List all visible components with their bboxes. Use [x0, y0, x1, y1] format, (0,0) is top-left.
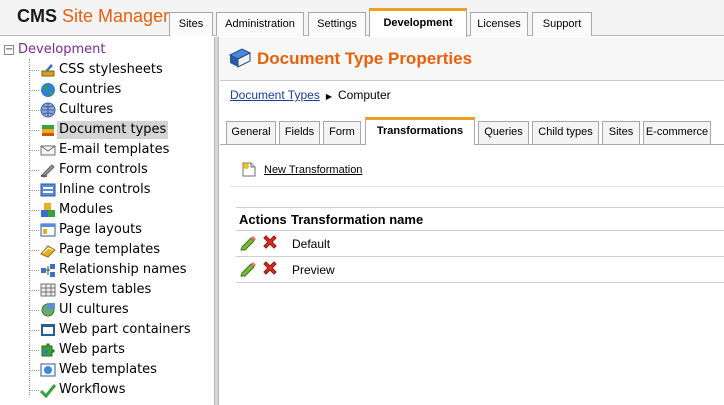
delete-x-icon[interactable] — [262, 234, 278, 250]
tab-child-types[interactable]: Child types — [532, 121, 599, 144]
web-parts-icon — [41, 343, 55, 357]
tab-sites[interactable]: Sites — [602, 121, 640, 144]
transformation-name-cell: Default — [292, 237, 331, 251]
workflows-icon — [40, 384, 56, 398]
tab-queries[interactable]: Queries — [478, 121, 529, 144]
main-content: Document Type Properties Document Types ▶… — [220, 37, 724, 405]
tab-general[interactable]: General — [226, 121, 276, 144]
top-tab-development[interactable]: Development — [369, 8, 467, 37]
cms-logo: CMS Site Manager — [17, 6, 169, 26]
form-controls-icon — [41, 164, 55, 178]
transformations-grid: Actions Transformation name Default Prev… — [236, 207, 724, 283]
tab-fields[interactable]: Fields — [279, 121, 320, 144]
table-row: Default — [236, 231, 724, 257]
breadcrumb: Document Types ▶ Computer — [230, 88, 391, 102]
system-tables-icon — [40, 283, 56, 297]
top-tab-sites[interactable]: Sites — [169, 12, 213, 36]
page-layouts-icon — [40, 223, 56, 237]
new-transformation-link[interactable]: New Transformation — [264, 162, 362, 178]
cultures-globe-icon — [40, 102, 56, 118]
page-title: Document Type Properties — [257, 49, 473, 68]
web-templates-icon — [40, 363, 56, 377]
tree-root-label: Development — [18, 42, 106, 57]
delete-x-icon[interactable] — [262, 260, 278, 276]
document-types-icon — [42, 125, 54, 136]
globe-icon — [41, 83, 55, 97]
page-templates-icon — [40, 245, 56, 258]
grid-header-row: Actions Transformation name — [236, 208, 724, 231]
edit-pencil-icon[interactable] — [240, 261, 256, 277]
inline-controls-icon — [40, 183, 56, 197]
tab-e-commerce[interactable]: E-commerce — [643, 121, 711, 144]
css-stylesheets-icon — [41, 64, 55, 77]
pane-splitter[interactable] — [214, 37, 219, 405]
table-row: Preview — [236, 257, 724, 283]
tab-form[interactable]: Form — [323, 121, 361, 144]
top-tab-administration[interactable]: Administration — [216, 12, 304, 36]
title-bar: Document Type Properties — [220, 37, 724, 81]
transformation-name-cell: Preview — [292, 263, 335, 277]
email-icon — [40, 145, 56, 156]
development-tree: − Development CSS stylesheets Countries … — [0, 37, 214, 405]
column-header-transformation-name: Transformation name — [291, 212, 424, 227]
breadcrumb-document-types-link[interactable]: Document Types — [230, 88, 320, 102]
logo-site-manager-text: Site Manager — [62, 6, 170, 26]
top-tab-settings[interactable]: Settings — [308, 12, 366, 36]
tab-transformations[interactable]: Transformations — [365, 117, 475, 145]
top-tab-licenses[interactable]: Licenses — [470, 12, 528, 36]
new-document-icon — [242, 162, 256, 177]
top-tab-support[interactable]: Support — [532, 12, 592, 36]
column-header-actions: Actions — [239, 212, 287, 227]
breadcrumb-separator-icon: ▶ — [325, 92, 332, 101]
edit-pencil-icon[interactable] — [240, 235, 256, 251]
top-header: CMS Site Manager Sites Administration Se… — [0, 0, 724, 37]
relationship-icon — [41, 264, 55, 277]
web-part-containers-icon — [41, 324, 55, 336]
modules-icon — [41, 203, 55, 217]
logo-cms-text: CMS — [17, 6, 57, 26]
book-icon — [228, 48, 252, 68]
collapse-icon[interactable]: − — [4, 45, 14, 55]
ui-cultures-icon — [41, 303, 55, 317]
breadcrumb-current: Computer — [337, 88, 391, 102]
section-divider — [230, 186, 724, 187]
